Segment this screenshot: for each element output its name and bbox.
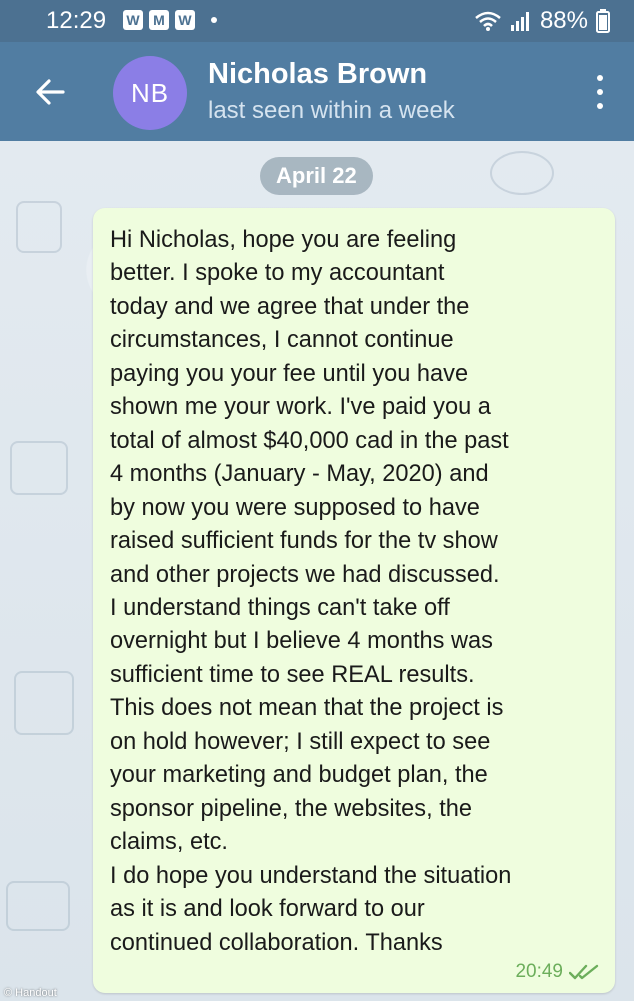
- menu-dot-icon: [597, 103, 603, 109]
- message-meta: 20:49: [515, 961, 599, 983]
- status-time: 12:29: [46, 7, 107, 34]
- contact-name[interactable]: Nicholas Brown: [208, 58, 427, 91]
- wallpaper-doodle: [14, 671, 74, 735]
- menu-dot-icon: [597, 75, 603, 81]
- signal-icon: [510, 12, 529, 31]
- notification-w-icon: W: [123, 10, 143, 30]
- double-check-icon: [569, 964, 599, 980]
- menu-dot-icon: [597, 89, 603, 95]
- message-time: 20:49: [515, 961, 563, 982]
- arrow-left-icon: [36, 79, 65, 105]
- last-seen-status: last seen within a week: [208, 97, 455, 124]
- date-separator: April 22: [260, 157, 373, 195]
- status-bar: 12:29 W M W 88%: [0, 0, 634, 42]
- photo-credit: © Handout: [4, 987, 57, 999]
- wallpaper-doodle: [6, 881, 70, 931]
- status-right: 88%: [474, 7, 610, 35]
- avatar[interactable]: NB: [113, 56, 187, 130]
- wallpaper-doodle: [10, 441, 68, 495]
- battery-icon: [596, 9, 610, 33]
- battery-level: 88%: [539, 7, 588, 34]
- notification-icons: W M W: [123, 10, 217, 30]
- chat-header: NB Nicholas Brown last seen within a wee…: [0, 42, 634, 141]
- notification-mail-icon: M: [149, 10, 169, 30]
- wifi-icon: [475, 11, 501, 31]
- wallpaper-doodle: [16, 201, 62, 253]
- message-bubble[interactable]: Hi Nicholas, hope you are feeling better…: [93, 208, 615, 993]
- more-options-button[interactable]: [592, 72, 608, 112]
- message-text: Hi Nicholas, hope you are feeling better…: [110, 227, 512, 956]
- more-notifications-dot-icon: [211, 17, 217, 23]
- wallpaper-doodle: [490, 151, 554, 195]
- notification-w-icon: W: [175, 10, 195, 30]
- back-button[interactable]: [28, 70, 72, 114]
